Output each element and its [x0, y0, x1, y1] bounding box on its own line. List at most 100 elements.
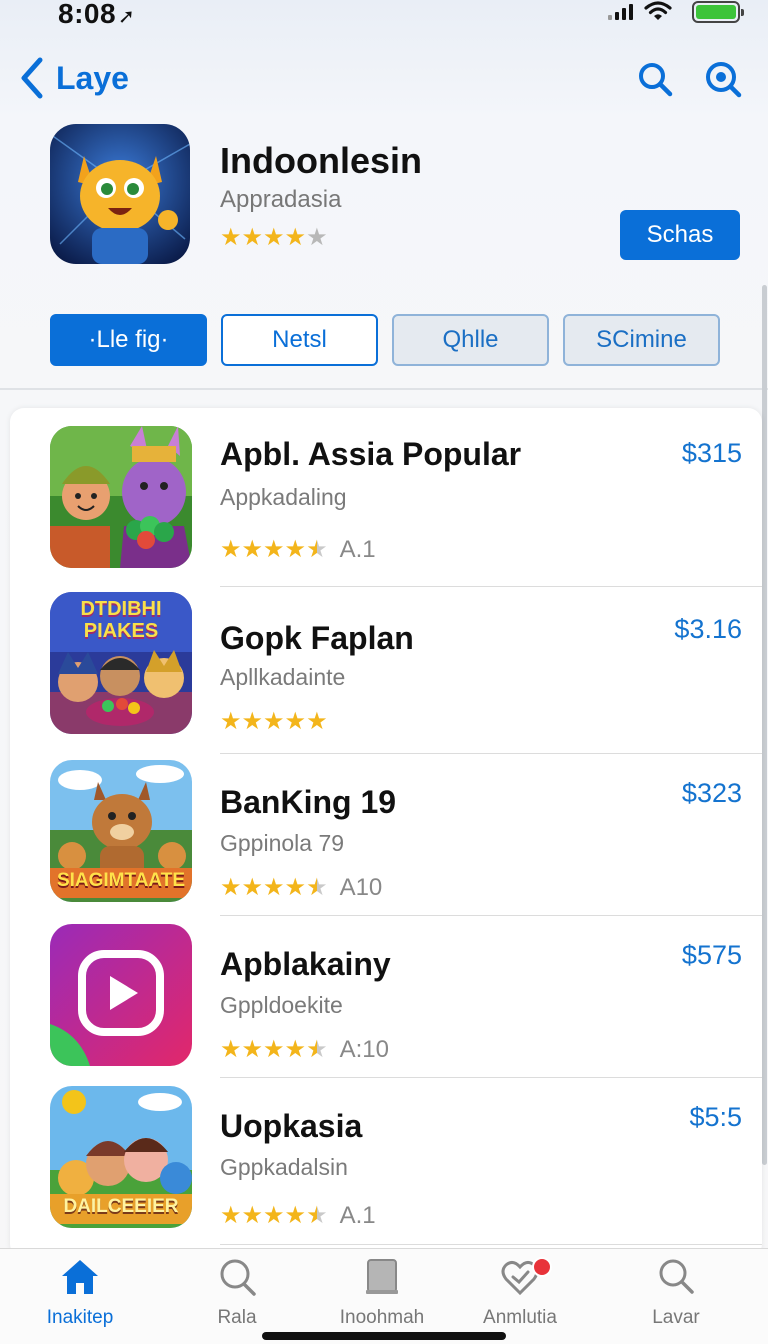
star-icon: ★: [241, 1202, 264, 1229]
list-item[interactable]: SIAGIMTAATE BanKing 19 Gppinola 79 ★ ★ ★ ★ ★…: [10, 754, 762, 918]
price-label[interactable]: $3.16: [674, 614, 742, 645]
app-icon: SIAGIMTAATE: [50, 760, 192, 902]
tab-bar-item-search-2[interactable]: Lavar: [606, 1257, 746, 1329]
list-item[interactable]: Apbl. Assia Popular Appkadaling ★ ★ ★ ★ ★ A.…: [10, 408, 762, 587]
tab-bar-label: Inakitep: [46, 1307, 114, 1328]
tablet-icon: [366, 1259, 398, 1294]
price-label[interactable]: $575: [682, 940, 742, 971]
rating-row: ★ ★ ★ ★ ★ A:10: [220, 1036, 389, 1064]
tab-bar-label: Anmlutia: [483, 1307, 557, 1328]
row-divider: [220, 1244, 762, 1245]
app-icon: [50, 426, 192, 568]
star-icon: ★: [220, 708, 242, 735]
app-list: Apbl. Assia Popular Appkadaling ★ ★ ★ ★ ★ A.…: [10, 408, 762, 1258]
rating-row: ★ ★ ★ ★ ★ A10: [220, 874, 382, 902]
star-icon: ★: [306, 874, 328, 901]
app-title: Indoonlesin: [220, 140, 422, 181]
home-indicator[interactable]: [262, 1332, 506, 1340]
tab-3[interactable]: Qhlle: [392, 314, 549, 366]
price-label[interactable]: $315: [682, 438, 742, 469]
tab-bar-item-library[interactable]: Inoohmah: [312, 1257, 452, 1329]
star-icon: ★: [241, 874, 264, 901]
star-icon: ★: [306, 708, 328, 735]
chevron-left-icon: [21, 57, 43, 99]
rating-row: ★ ★ ★ ★ ★ A.1: [220, 1202, 376, 1230]
star-icon: ★: [241, 224, 264, 251]
star-icon: ★: [284, 1202, 307, 1229]
star-icon: ★: [220, 224, 242, 251]
icon-text: DTDIBHI PIAKES: [80, 598, 162, 642]
location-arrow-icon: ➚: [118, 6, 136, 28]
star-icon: ★: [220, 536, 242, 563]
app-name: Uopkasia: [220, 1108, 363, 1144]
tab-2[interactable]: Netsl: [221, 314, 378, 366]
tab-bar-item-favorites[interactable]: Anmlutia: [450, 1257, 590, 1329]
tab-bar-item-search[interactable]: Rala: [167, 1257, 307, 1329]
tab-bar-label: Rala: [217, 1307, 257, 1328]
search-circle-icon[interactable]: [704, 60, 742, 98]
section-divider: [0, 388, 768, 390]
tab-4[interactable]: SCimine: [563, 314, 720, 366]
schas-button[interactable]: Schas: [620, 210, 740, 260]
icon-text: SIAGIMTAATE: [56, 870, 186, 891]
star-rating: ★ ★ ★ ★ ★: [220, 226, 328, 250]
app-subtitle: Appradasia: [220, 186, 342, 213]
app-name: Apbl. Assia Popular: [220, 436, 522, 472]
app-icon: [50, 924, 192, 1066]
star-icon: ★: [241, 708, 264, 735]
star-icon: ★: [263, 708, 285, 735]
app-header: Indoonlesin Appradasia ★ ★ ★ ★ ★ Schas: [0, 122, 768, 292]
star-icon: ★: [306, 1036, 328, 1063]
rating-row: ★ ★ ★ ★ ★ A.1: [220, 536, 376, 564]
app-name: BanKing 19: [220, 784, 397, 820]
search-icon: [659, 1259, 694, 1294]
star-icon: ★: [284, 1036, 307, 1063]
app-rating: ★ ★ ★ ★ ★: [220, 226, 328, 250]
status-bar: 8:08 ➚: [0, 0, 768, 40]
star-icon: ★: [241, 1036, 264, 1063]
time-text: 8:08: [58, 0, 117, 29]
notification-badge: [532, 1257, 552, 1277]
tab-bar-label: Inoohmah: [339, 1307, 425, 1328]
tab-1[interactable]: ·Lle fig·: [50, 314, 207, 366]
back-label: Laye: [56, 59, 129, 96]
rating-row: ★ ★ ★ ★ ★: [220, 710, 328, 734]
star-icon: ★: [241, 536, 264, 563]
row-divider: [220, 586, 762, 587]
tab-bar-item-home[interactable]: Inakitep: [10, 1257, 150, 1329]
star-icon: ★: [284, 224, 307, 251]
star-icon: ★: [306, 536, 328, 563]
app-icon[interactable]: [50, 124, 190, 264]
filter-tabs: ·Lle fig· Netsl Qhlle SCimine: [50, 314, 720, 366]
price-label[interactable]: $5:5: [689, 1102, 742, 1133]
search-icon[interactable]: [636, 60, 674, 98]
rating-text: A.1: [339, 1202, 376, 1229]
price-label[interactable]: $323: [682, 778, 742, 809]
list-item[interactable]: DAILCEEIER Uopkasia Gppkadalsin ★ ★ ★ ★ ★ A.…: [10, 1078, 762, 1245]
tab-bar-label: Lavar: [652, 1307, 700, 1328]
cellular-signal-icon: [608, 4, 633, 20]
star-icon: ★: [263, 536, 285, 563]
scrollbar[interactable]: [762, 285, 767, 1165]
star-icon: ★: [284, 536, 307, 563]
star-rating: ★ ★ ★ ★ ★: [220, 1038, 328, 1062]
star-icon: ★: [263, 224, 285, 251]
app-category: Appkadaling: [220, 484, 347, 510]
app-name: Gopk Faplan: [220, 620, 414, 656]
wifi-icon: [644, 1, 672, 20]
list-item[interactable]: DTDIBHI PIAKES Gopk Faplan Apllkadainte …: [10, 588, 762, 754]
star-rating: ★ ★ ★ ★ ★: [220, 538, 328, 562]
list-item[interactable]: Apblakainy Gppldoekite ★ ★ ★ ★ ★ A:10 $575: [10, 916, 762, 1080]
rating-text: A10: [339, 874, 383, 901]
tab-bar: Inakitep Rala Inoohmah Anmlutia Lavar: [0, 1248, 768, 1344]
rating-text: A.1: [339, 536, 376, 563]
app-icon: DAILCEEIER: [50, 1086, 192, 1228]
nav-bar: Laye: [0, 50, 768, 110]
app-category: Gppkadalsin: [220, 1154, 348, 1180]
back-button[interactable]: Laye: [18, 56, 129, 100]
star-icon: ★: [284, 874, 307, 901]
app-icon: DTDIBHI PIAKES: [50, 592, 192, 734]
battery-icon: [692, 1, 744, 23]
home-icon: [62, 1260, 98, 1294]
star-icon: ★: [306, 224, 328, 251]
